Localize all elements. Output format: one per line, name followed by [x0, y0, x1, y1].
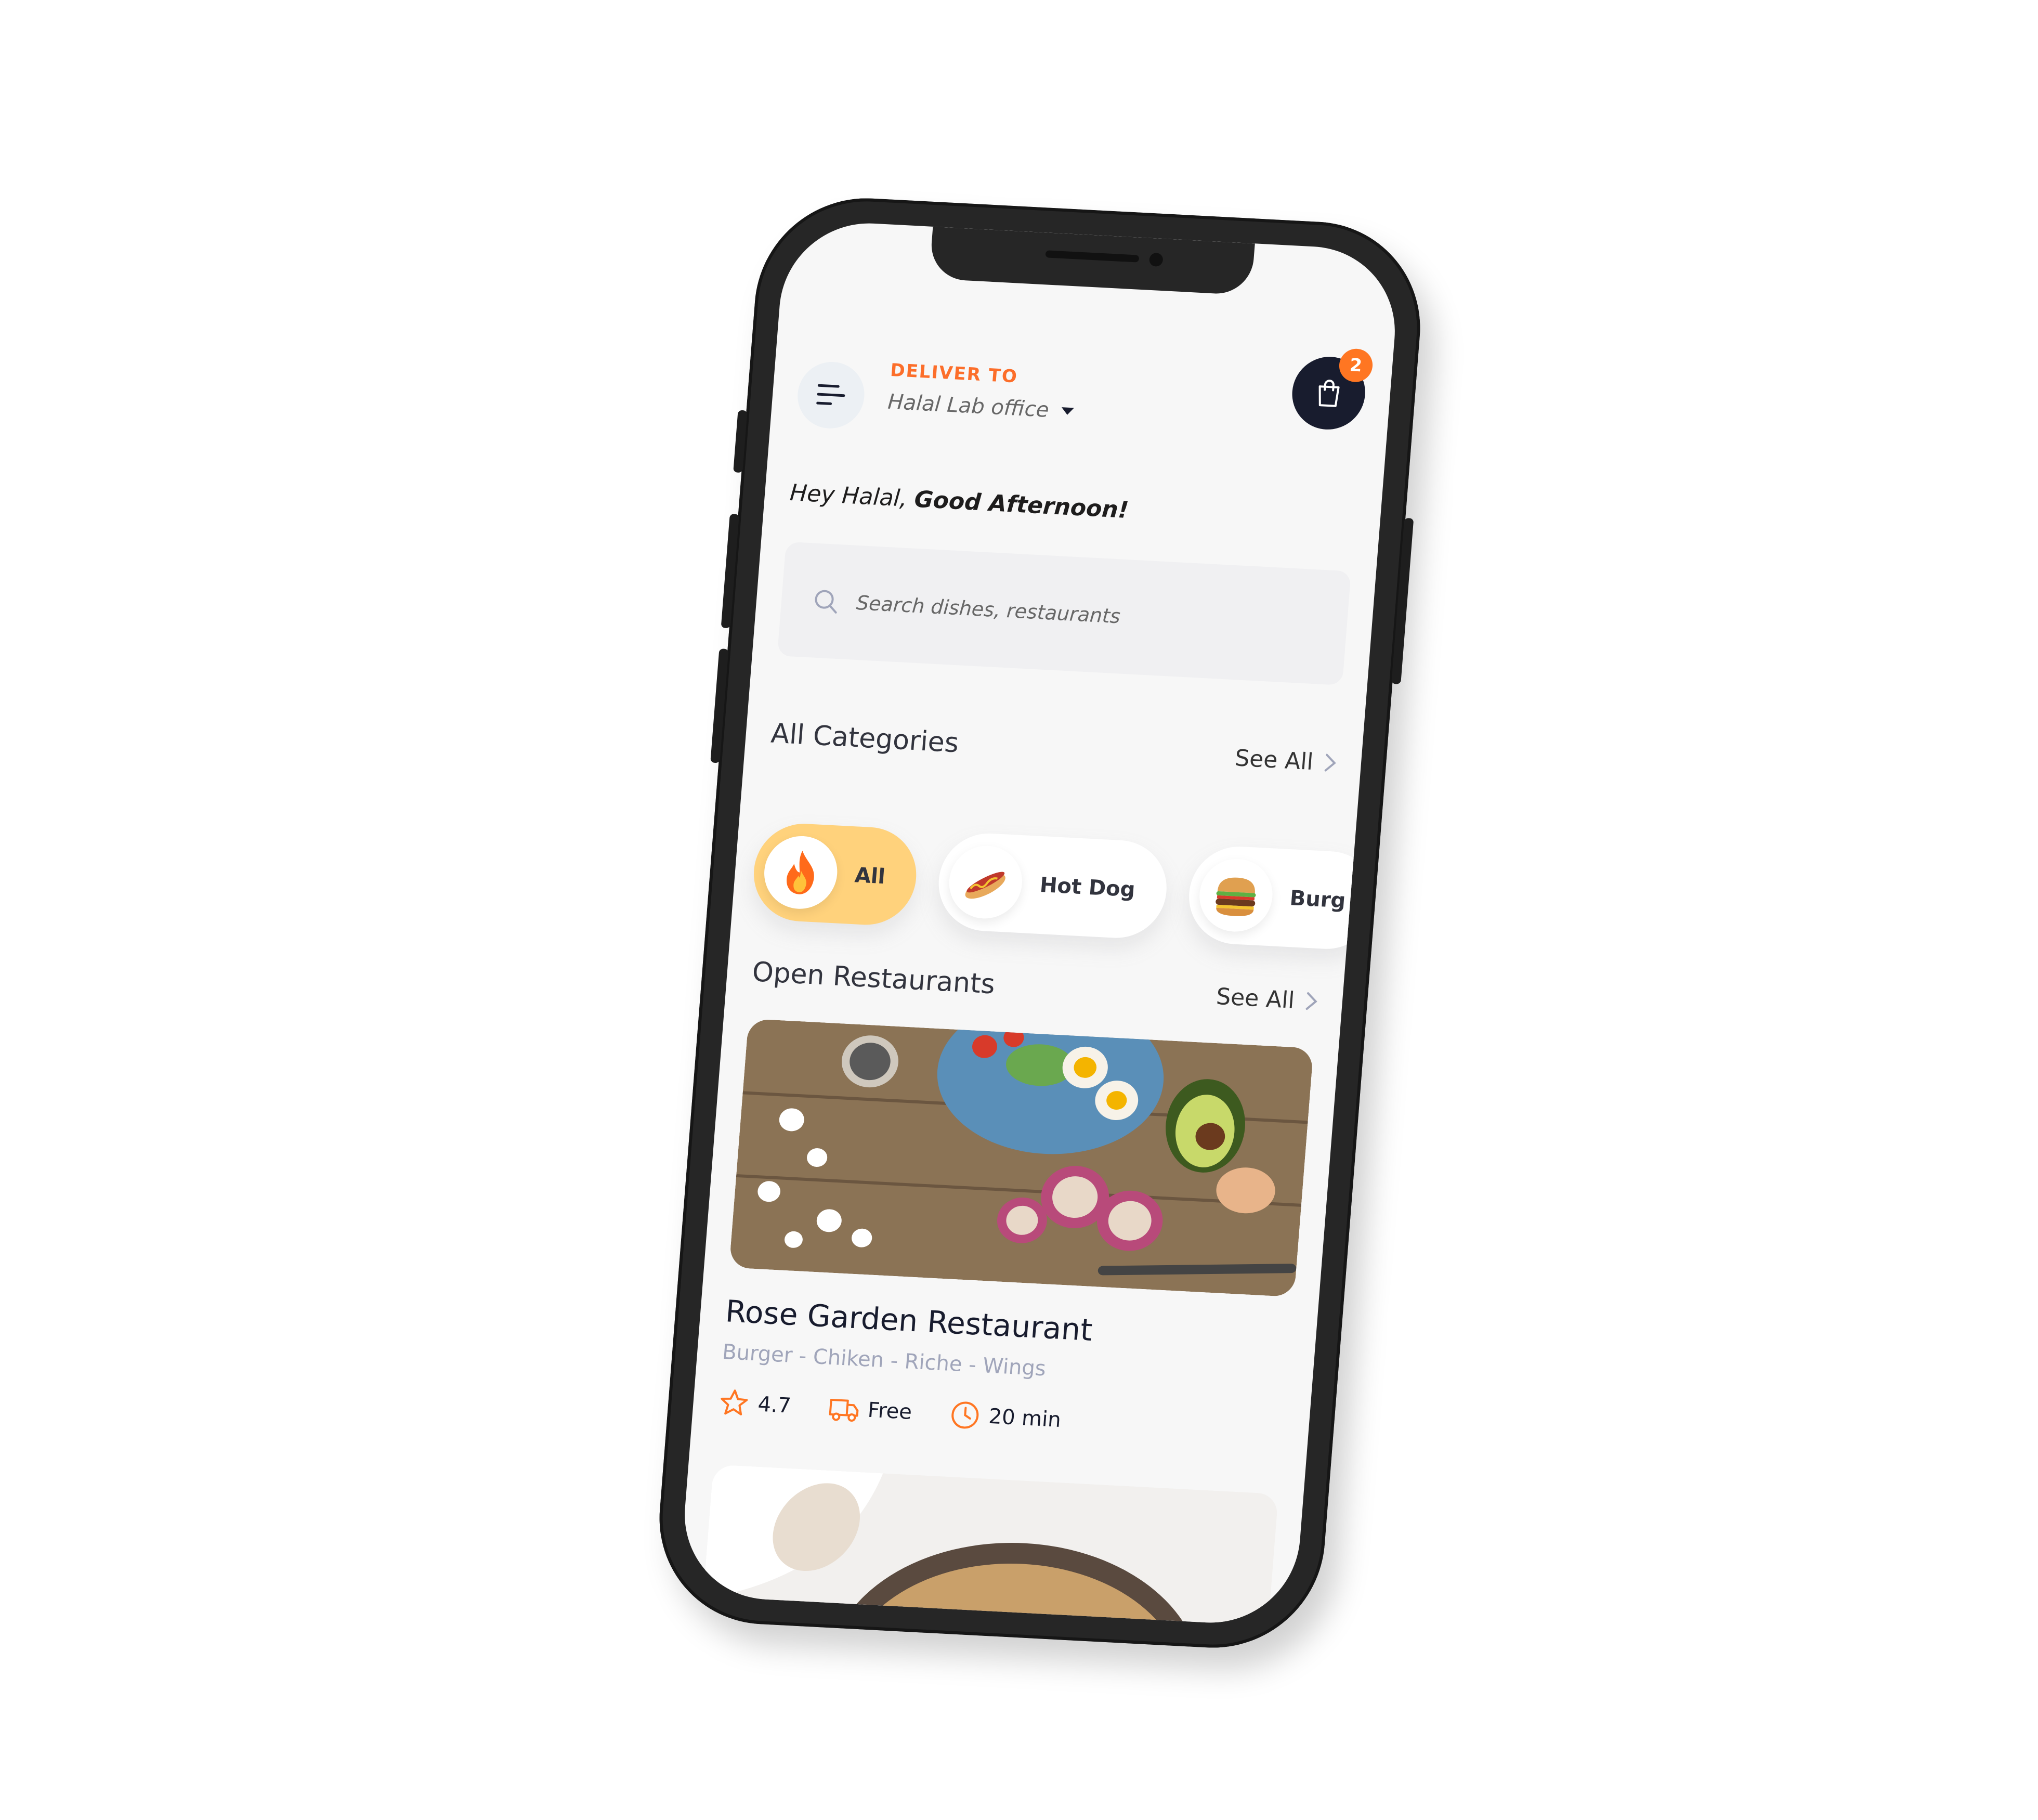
star-icon — [721, 1389, 748, 1415]
restaurant-name[interactable]: Rose Garden Restaurant — [724, 1293, 1094, 1348]
restaurant-image[interactable] — [696, 1464, 1279, 1627]
categories-title: All Categories — [769, 718, 960, 759]
category-list: All Hot Dog Burg — [731, 821, 1401, 966]
categories-header: All Categories See All — [770, 718, 1338, 779]
caret-down-icon — [1061, 407, 1074, 415]
volume-up-button — [721, 513, 739, 629]
volume-down-button — [710, 648, 729, 763]
mute-switch — [733, 410, 748, 473]
phone-screen: DELIVER TO Halal Lab office 2 Hey Halal,… — [678, 219, 1402, 1627]
category-burger[interactable]: Burg — [1185, 844, 1381, 952]
delivery-time-value: 20 min — [987, 1404, 1062, 1433]
restaurants-header: Open Restaurants See All — [751, 956, 1319, 1017]
restaurants-see-all-link[interactable]: See All — [1215, 983, 1318, 1015]
category-all[interactable]: All — [750, 821, 920, 928]
restaurants-title: Open Restaurants — [751, 956, 996, 1000]
category-label: Hot Dog — [1039, 873, 1136, 902]
category-hot-dog[interactable]: Hot Dog — [935, 831, 1170, 941]
shopping-bag-icon — [1318, 380, 1340, 407]
see-all-label: See All — [1215, 983, 1296, 1014]
search-input[interactable] — [854, 590, 1222, 634]
menu-button[interactable] — [795, 360, 867, 431]
cart-count-badge: 2 — [1338, 348, 1374, 383]
category-icon-wrap — [946, 844, 1025, 920]
hot-dog-icon — [965, 872, 1006, 899]
notch — [929, 226, 1255, 296]
salad-plate-image — [729, 1018, 1314, 1297]
truck-icon — [829, 1398, 858, 1422]
category-icon-wrap — [761, 834, 840, 911]
category-icon-wrap — [1196, 857, 1275, 934]
category-label: All — [854, 863, 886, 889]
burger-icon — [1215, 877, 1256, 916]
fire-icon — [787, 850, 814, 894]
menu-icon — [816, 384, 845, 405]
chevron-right-icon — [1324, 753, 1336, 772]
stage: DELIVER TO Halal Lab office 2 Hey Halal,… — [0, 0, 2038, 1820]
delivery-fee: Free — [827, 1393, 913, 1428]
greeting-prefix: Hey Halal, — [789, 479, 908, 512]
see-all-label: See All — [1234, 744, 1314, 775]
categories-see-all-link[interactable]: See All — [1234, 745, 1337, 776]
clock-icon — [951, 1401, 978, 1429]
restaurant-meta: 4.7 Free 20 min — [717, 1387, 1062, 1436]
category-label: Burg — [1289, 886, 1347, 913]
rating-value: 4.7 — [756, 1392, 792, 1418]
greeting: Hey Halal, Good Afternoon! — [789, 479, 1129, 524]
greeting-emphasis: Good Afternoon! — [913, 486, 1130, 524]
deliver-to-label: DELIVER TO — [889, 359, 1019, 387]
speaker — [1045, 250, 1140, 263]
front-camera — [1148, 252, 1164, 267]
restaurant-image[interactable] — [729, 1018, 1314, 1297]
location-selector[interactable]: Halal Lab office — [887, 390, 1075, 424]
phone-frame: DELIVER TO Halal Lab office 2 Hey Halal,… — [651, 192, 1429, 1654]
search-icon — [815, 590, 837, 614]
delivery-fee-value: Free — [867, 1398, 913, 1425]
chevron-right-icon — [1305, 992, 1317, 1010]
delivery-time: 20 min — [948, 1399, 1062, 1436]
restaurant-tags: Burger - Chiken - Riche - Wings — [721, 1340, 1047, 1381]
location-text: Halal Lab office — [886, 389, 1050, 422]
rating: 4.7 — [717, 1387, 792, 1422]
cart-button[interactable]: 2 — [1289, 348, 1374, 432]
power-button — [1391, 517, 1414, 684]
search-bar[interactable] — [777, 541, 1351, 685]
bowl-image — [696, 1464, 1279, 1627]
